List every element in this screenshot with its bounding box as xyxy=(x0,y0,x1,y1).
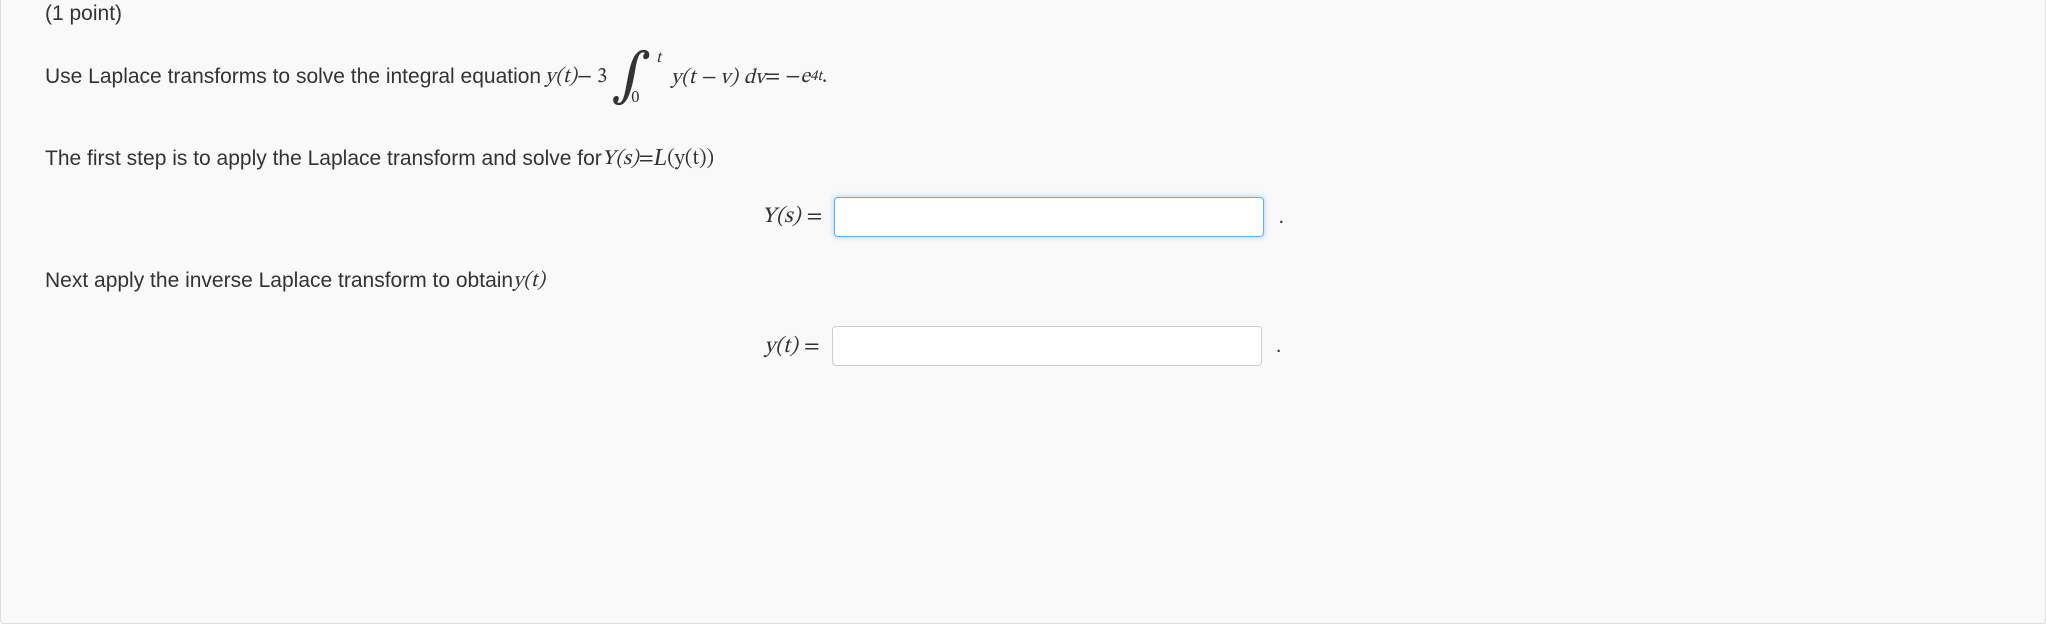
input1-label: Y(s) = xyxy=(762,202,823,231)
integrand-y: y(t − v) xyxy=(671,67,738,88)
Y-of-s: Y(s) xyxy=(602,143,639,175)
step1-intro: The first step is to apply the Laplace t… xyxy=(45,143,602,175)
integral-upper: t xyxy=(656,52,661,65)
input1-period: . xyxy=(1278,205,1284,229)
step1-text: The first step is to apply the Laplace t… xyxy=(45,140,2001,176)
step1-eq: = xyxy=(639,143,654,175)
equals: = − xyxy=(765,61,800,93)
input1-Y: Y(s) xyxy=(762,206,801,228)
minus-three: − 3 xyxy=(577,61,607,93)
points-label: (1 point) xyxy=(45,2,2001,26)
yt-input[interactable] xyxy=(832,326,1262,366)
input2-y: y(t) xyxy=(764,336,797,358)
eq-period: . xyxy=(822,61,827,93)
step2-intro: Next apply the inverse Laplace transform… xyxy=(45,265,513,297)
step1-paren: (y(t)) xyxy=(667,143,714,175)
step2-yt: y(t) xyxy=(513,265,545,297)
problem-statement: Use Laplace transforms to solve the inte… xyxy=(45,54,2001,100)
y-of-t: y(t) xyxy=(545,61,577,93)
e-base: e xyxy=(800,61,810,93)
input1-eq: = xyxy=(807,206,823,228)
input2-row: y(t) = . xyxy=(45,326,2001,366)
input2-eq: = xyxy=(804,336,820,358)
input2-label: y(t) = xyxy=(764,332,819,361)
Ys-input[interactable] xyxy=(834,197,1264,237)
input2-period: . xyxy=(1276,334,1282,358)
integral: ∫ t 0 xyxy=(611,54,653,100)
problem-container: (1 point) Use Laplace transforms to solv… xyxy=(0,0,2046,624)
input1-row: Y(s) = . xyxy=(45,197,2001,237)
integral-sign: ∫ t 0 xyxy=(611,54,651,100)
step2-text: Next apply the inverse Laplace transform… xyxy=(45,265,2001,297)
laplace-L: L xyxy=(654,140,667,176)
integrand-dv: dv xyxy=(744,67,765,88)
intro-text: Use Laplace transforms to solve the inte… xyxy=(45,61,541,93)
integral-lower: 0 xyxy=(631,92,639,105)
equation: y(t) − 3 ∫ t 0 y(t − v) dv = − e 4t . xyxy=(545,54,827,100)
